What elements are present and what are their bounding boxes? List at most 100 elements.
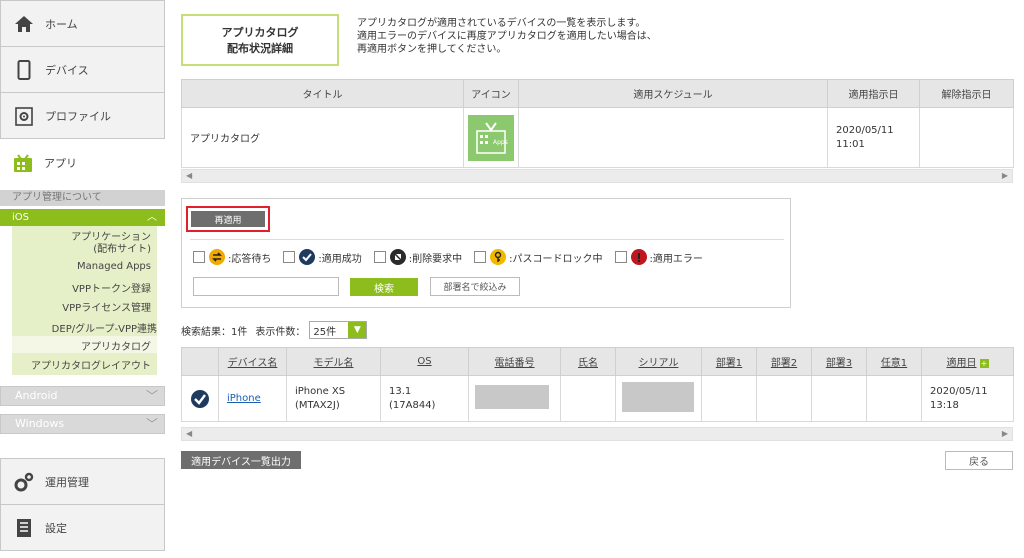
- col-title: タイトル: [181, 79, 464, 108]
- status-delete-request[interactable]: :削除要求中: [373, 249, 463, 265]
- sidebar-android[interactable]: Android ﹀: [0, 386, 165, 406]
- catalog-table: タイトル アイコン 適用スケジュール 適用指示日 解除指示日 アプリカタログ A…: [181, 79, 1014, 168]
- col-model[interactable]: モデル名: [286, 347, 381, 376]
- search-button[interactable]: 検索: [350, 278, 418, 296]
- col-dept1[interactable]: 部署1: [701, 347, 757, 376]
- sidebar-ios-header[interactable]: iOS ︿: [0, 209, 165, 226]
- nav-device-label: デバイス: [45, 63, 89, 77]
- col-select: [181, 347, 219, 376]
- status-checkboxes: :応答待ち :適用成功 :削除要求中 :パスコードロック中 :適用エラー: [193, 247, 715, 267]
- status-error-label: :適用エラー: [649, 253, 703, 265]
- ios-label: iOS: [12, 212, 29, 223]
- device-apply-date: 2020/05/11: [930, 386, 988, 397]
- profile-gear-icon: [13, 105, 35, 127]
- col-schedule: 適用スケジュール: [518, 79, 828, 108]
- sidebar-item-managed-apps[interactable]: Managed Apps: [77, 261, 151, 272]
- sidebar-item-catalog-layout[interactable]: アプリカタログレイアウト: [31, 357, 151, 372]
- col-name[interactable]: 氏名: [560, 347, 616, 376]
- status-waiting[interactable]: :応答待ち: [193, 249, 271, 265]
- apply-time: 11:01: [836, 139, 865, 150]
- serial-cell: [615, 375, 702, 422]
- sidebar-about[interactable]: アプリ管理について: [0, 190, 165, 206]
- status-success-label: :適用成功: [318, 253, 362, 265]
- col-phone[interactable]: 電話番号: [468, 347, 561, 376]
- checkbox[interactable]: [373, 251, 386, 263]
- col-apply-date[interactable]: 適用日 +: [921, 347, 1014, 376]
- sidebar-item-vpp-token[interactable]: VPPトークン登録: [72, 280, 151, 295]
- catalog-icon-cell: Apps: [463, 107, 519, 168]
- os-cell: 13.1 (17A844): [380, 375, 469, 422]
- scroll-left-icon[interactable]: ◀: [186, 428, 192, 440]
- export-devices-button[interactable]: 適用デバイス一覧出力: [181, 451, 301, 469]
- app-icon: [12, 152, 34, 174]
- dropdown-arrow-icon: ▼: [348, 322, 367, 338]
- nav-settings[interactable]: 設定: [0, 504, 165, 551]
- col-dept2[interactable]: 部署2: [756, 347, 812, 376]
- back-button[interactable]: 戻る: [945, 451, 1013, 470]
- sidebar-item-application-sub: (配布サイト): [93, 244, 151, 255]
- filter-by-department-button[interactable]: 部署名で絞込み: [430, 277, 520, 296]
- nav-device[interactable]: デバイス: [0, 46, 165, 93]
- results-summary: 検索結果：1件 表示件数： 25件 ▼: [181, 321, 368, 339]
- row-status-cell: [181, 375, 219, 422]
- nav-home[interactable]: ホーム: [0, 0, 165, 47]
- gears-icon: [13, 471, 35, 493]
- status-delete-label: :削除要求中: [408, 253, 463, 265]
- app-icon-text: Apps: [493, 138, 508, 146]
- device-link[interactable]: iPhone: [227, 393, 261, 404]
- checkbox[interactable]: [283, 251, 296, 263]
- apply-date-cell: 2020/05/11 13:18: [921, 375, 1014, 422]
- sidebar-item-app-catalog[interactable]: アプリカタログ: [81, 338, 151, 353]
- status-success[interactable]: :適用成功: [283, 249, 362, 265]
- catalog-scrollbar[interactable]: ◀ ▶: [181, 169, 1013, 183]
- catalog-schedule-cell: [518, 107, 828, 168]
- smartphone-icon: [13, 59, 35, 81]
- divider: [190, 239, 784, 240]
- col-dept3[interactable]: 部署3: [811, 347, 867, 376]
- col-serial[interactable]: シリアル: [615, 347, 702, 376]
- device-name-cell: iPhone: [218, 375, 287, 422]
- catalog-title-cell: アプリカタログ: [181, 107, 464, 168]
- desc-line-1: アプリカタログが適用されているデバイスの一覧を表示します。: [357, 18, 646, 29]
- checkbox[interactable]: [193, 251, 205, 263]
- catalog-cancel-date-cell: [919, 107, 1014, 168]
- sidebar-item-dep-vpp[interactable]: DEP/グループ-VPP連携: [52, 320, 157, 335]
- status-waiting-label: :応答待ち: [228, 253, 272, 265]
- nav-app[interactable]: アプリ: [0, 140, 165, 185]
- device-apply-time: 13:18: [930, 400, 959, 411]
- nav-operation[interactable]: 運用管理: [0, 458, 165, 505]
- success-check-icon: [191, 389, 209, 408]
- custom1-cell: [866, 375, 922, 422]
- chevron-up-icon: ︿: [147, 212, 157, 223]
- scroll-right-icon[interactable]: ▶: [1002, 428, 1008, 440]
- checkbox[interactable]: [474, 251, 487, 263]
- apply-date: 2020/05/11: [836, 125, 894, 136]
- reapply-button[interactable]: 再適用: [191, 211, 265, 227]
- col-os[interactable]: OS: [380, 347, 469, 376]
- col-device-name[interactable]: デバイス名: [218, 347, 287, 376]
- delete-request-icon: [389, 249, 406, 265]
- model-cell: iPhone XS (MTAX2J): [286, 375, 381, 422]
- checkbox[interactable]: [614, 251, 627, 263]
- status-passcode-lock[interactable]: :パスコードロック中: [474, 249, 603, 265]
- device-scrollbar[interactable]: ◀ ▶: [181, 427, 1013, 441]
- per-page-label: 表示件数：: [255, 326, 306, 338]
- waiting-icon: [209, 249, 225, 265]
- results-count: 検索結果：1件: [181, 326, 248, 338]
- col-cancel-date: 解除指示日: [919, 79, 1014, 108]
- sidebar-windows[interactable]: Windows ﹀: [0, 414, 165, 434]
- windows-label: Windows: [15, 417, 65, 430]
- per-page-select[interactable]: 25件 ▼: [309, 321, 368, 339]
- col-custom1[interactable]: 任意1: [866, 347, 922, 376]
- dept2-cell: [756, 375, 812, 422]
- nav-profile-label: プロファイル: [45, 109, 111, 123]
- search-input[interactable]: [193, 277, 339, 296]
- nav-operation-label: 運用管理: [45, 475, 89, 489]
- status-error[interactable]: :適用エラー: [614, 249, 703, 265]
- nav-profile[interactable]: プロファイル: [0, 92, 165, 139]
- scroll-left-icon[interactable]: ◀: [186, 170, 192, 182]
- scroll-right-icon[interactable]: ▶: [1002, 170, 1008, 182]
- add-icon[interactable]: +: [979, 359, 989, 368]
- desc-line-3: 再適用ボタンを押してください。: [357, 44, 507, 55]
- sidebar-item-vpp-license[interactable]: VPPライセンス管理: [62, 299, 151, 314]
